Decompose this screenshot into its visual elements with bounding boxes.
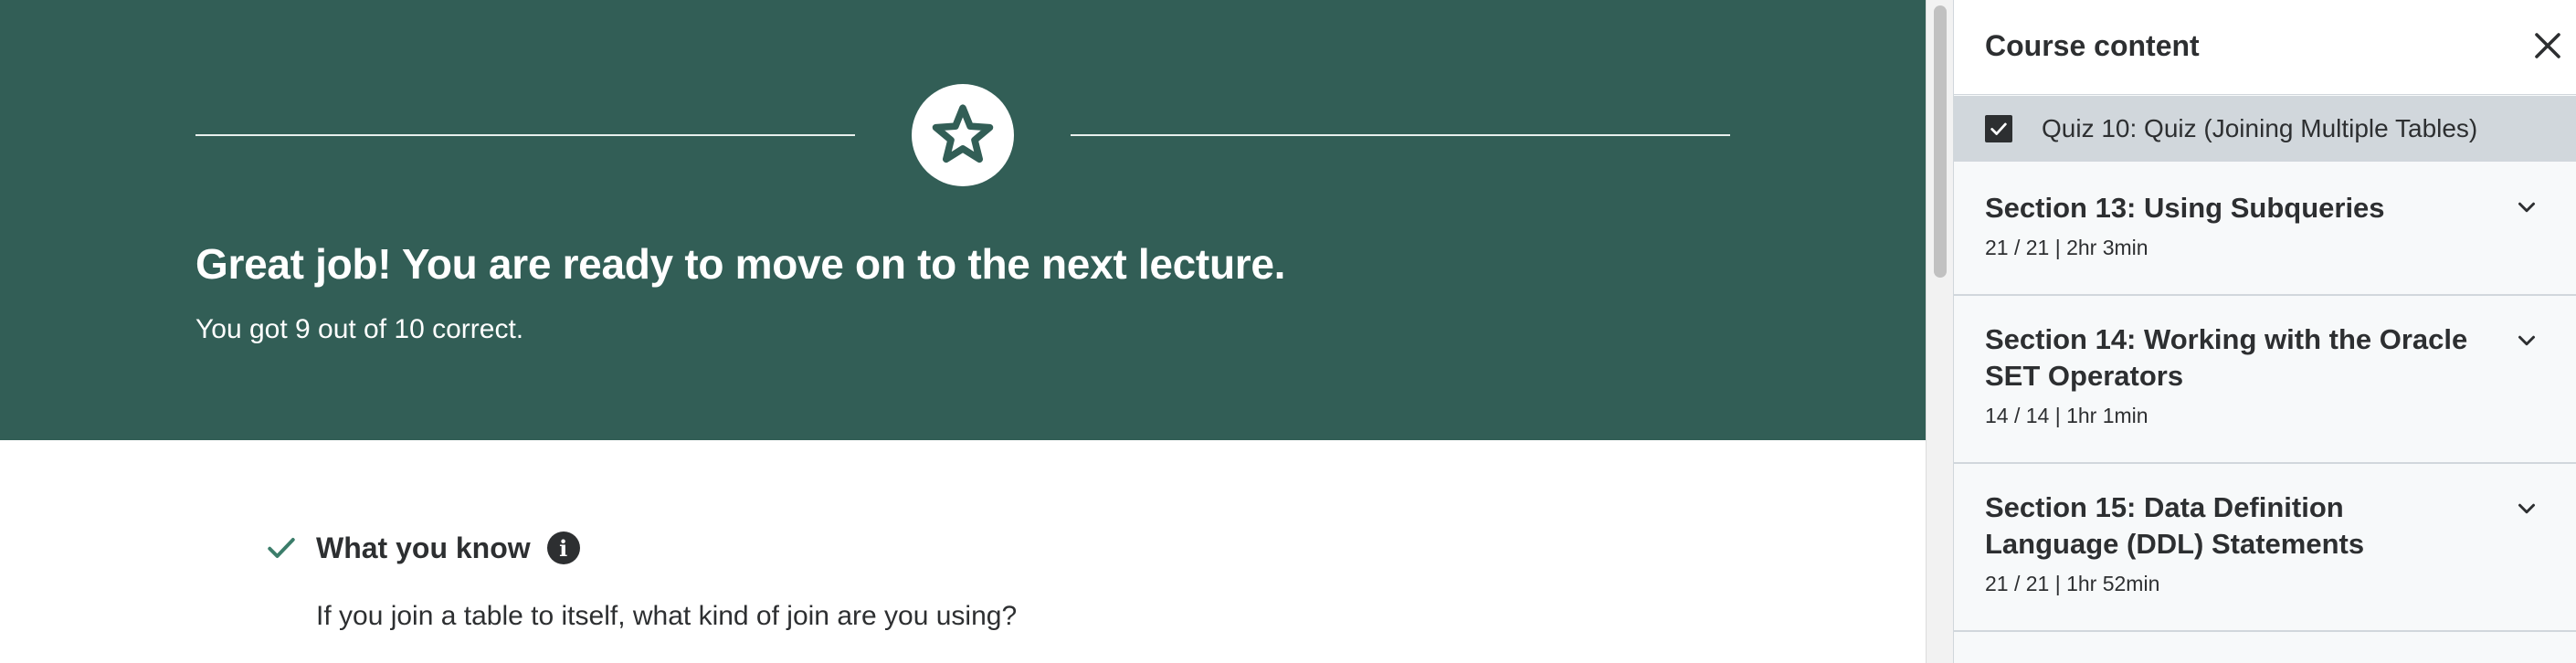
sidebar-header: Course content (1954, 0, 2576, 95)
scrollbar-thumb[interactable] (1934, 5, 1947, 278)
main-scrollbar[interactable] (1926, 0, 1953, 663)
score-text: You got 9 out of 10 correct. (195, 314, 524, 344)
checkmark-icon (1990, 122, 2007, 135)
star-badge (912, 84, 1014, 186)
chevron-down-icon[interactable] (2513, 495, 2540, 522)
question-text: If you join a table to itself, what kind… (316, 601, 1018, 631)
section-title: Section 13: Using Subqueries (1985, 192, 2385, 224)
star-icon (932, 104, 994, 163)
chevron-down-icon[interactable] (2513, 194, 2540, 221)
course-content-sidebar: Course content Quiz 10: Quiz (Joining Mu… (1953, 0, 2576, 663)
what-you-know-label: What you know (316, 531, 531, 564)
info-icon[interactable]: i (546, 531, 580, 564)
section-item[interactable]: Section 15: Data Definition Language (DD… (1954, 464, 2576, 632)
quiz-result-panel: Great job! You are ready to move on to t… (0, 0, 1926, 663)
what-you-know-header: What you know i (265, 528, 580, 568)
result-heading: Great job! You are ready to move on to t… (195, 240, 1286, 288)
banner-divider-left (195, 134, 855, 136)
section-meta: 21 / 21 | 1hr 52min (1985, 572, 2160, 595)
section-meta: 21 / 21 | 2hr 3min (1985, 236, 2148, 259)
quiz-item-label: Quiz 10: Quiz (Joining Multiple Tables) (2042, 114, 2478, 142)
section-title: Section 15: Data Definition Language (DD… (1985, 491, 2365, 560)
completed-checkbox[interactable] (1985, 115, 2012, 142)
section-item[interactable]: Section 14: Working with the Oracle SET … (1954, 296, 2576, 464)
chevron-down-icon[interactable] (2513, 327, 2540, 354)
section-item[interactable]: Section 13: Using Subqueries 21 / 21 | 2… (1954, 163, 2576, 296)
banner-divider-right (1071, 134, 1730, 136)
section-title: Section 14: Working with the Oracle SET … (1985, 323, 2468, 392)
section-meta: 14 / 14 | 1hr 1min (1985, 404, 2148, 427)
sidebar-title: Course content (1985, 29, 2200, 62)
close-icon[interactable] (2531, 29, 2564, 62)
check-icon (268, 538, 295, 558)
result-banner: Great job! You are ready to move on to t… (0, 0, 1926, 440)
current-quiz-item[interactable]: Quiz 10: Quiz (Joining Multiple Tables) (1954, 96, 2576, 162)
